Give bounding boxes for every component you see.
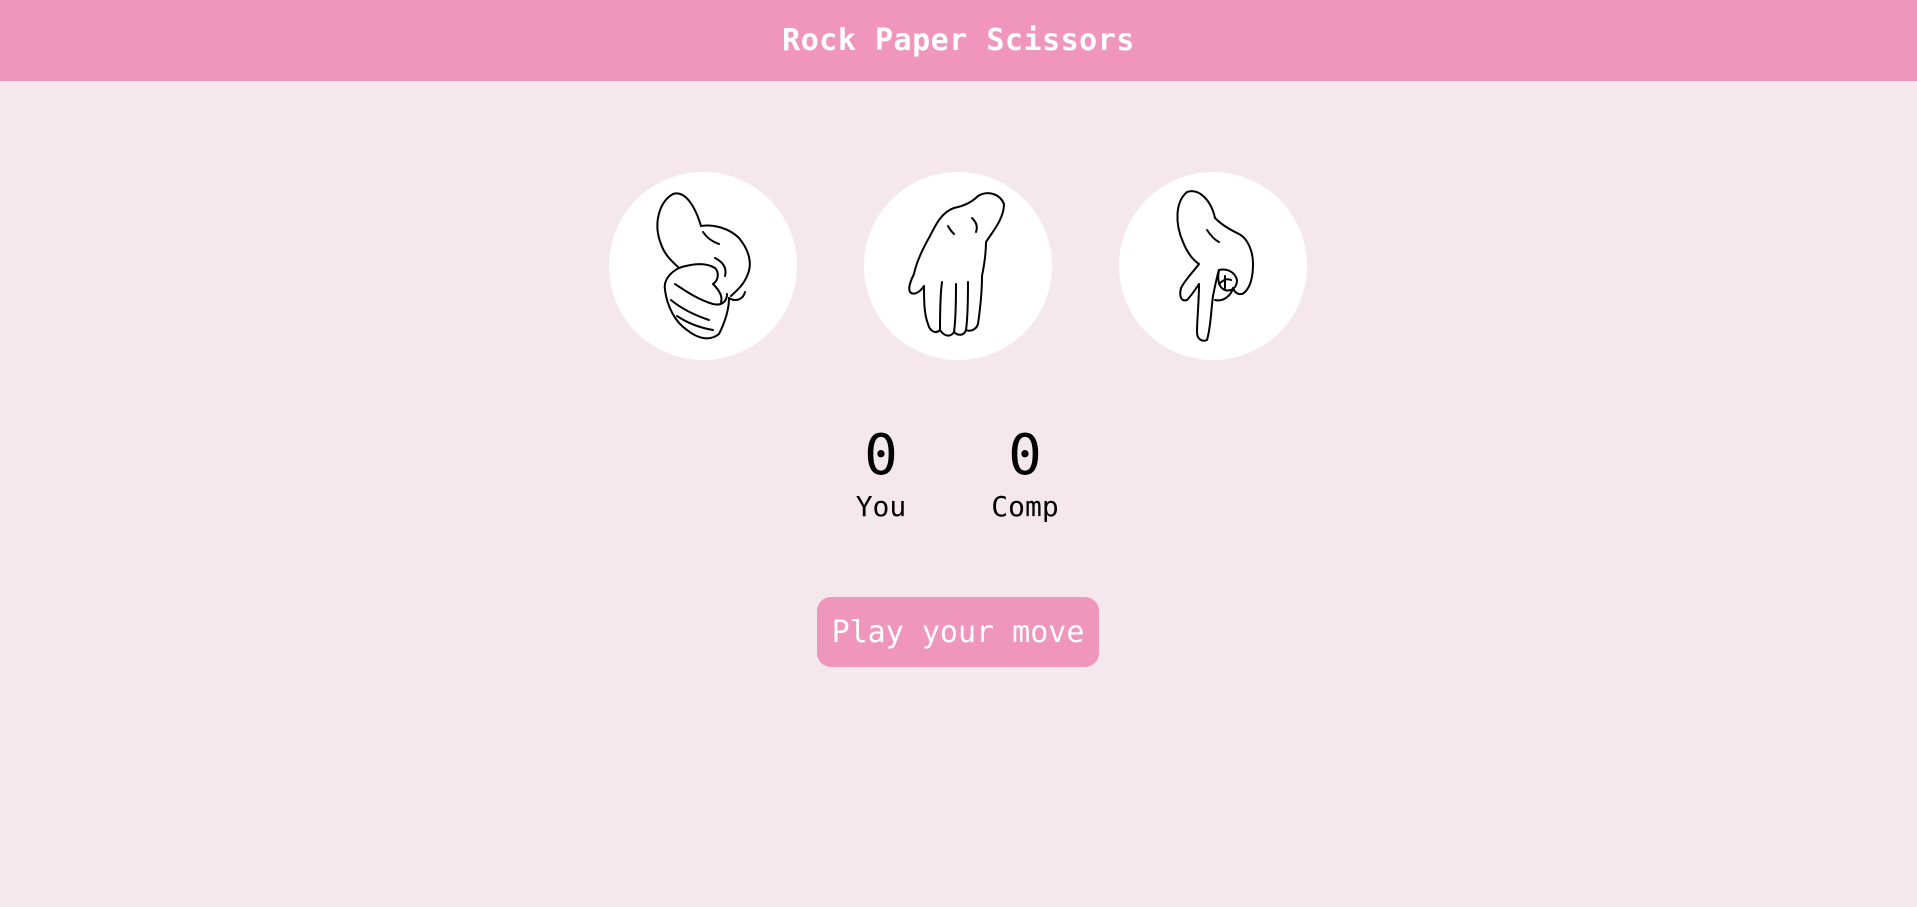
- paper-hand-icon: [908, 192, 1005, 337]
- computer-score: 0 Comp: [965, 424, 1085, 524]
- page-title: Rock Paper Scissors: [782, 23, 1135, 58]
- computer-score-value: 0: [1008, 423, 1042, 488]
- player-score: 0 You: [821, 424, 941, 524]
- play-move-button[interactable]: Play your move: [817, 597, 1099, 667]
- player-score-label: You: [855, 490, 907, 523]
- player-score-value: 0: [864, 423, 898, 488]
- rock-choice-button[interactable]: [609, 172, 797, 360]
- rock-fist-icon: [656, 192, 751, 340]
- scissors-hand-icon: [1176, 190, 1254, 342]
- paper-choice-button[interactable]: [864, 172, 1052, 360]
- computer-score-label: Comp: [991, 490, 1059, 523]
- app-header: Rock Paper Scissors: [0, 0, 1917, 81]
- scissors-choice-button[interactable]: [1119, 172, 1307, 360]
